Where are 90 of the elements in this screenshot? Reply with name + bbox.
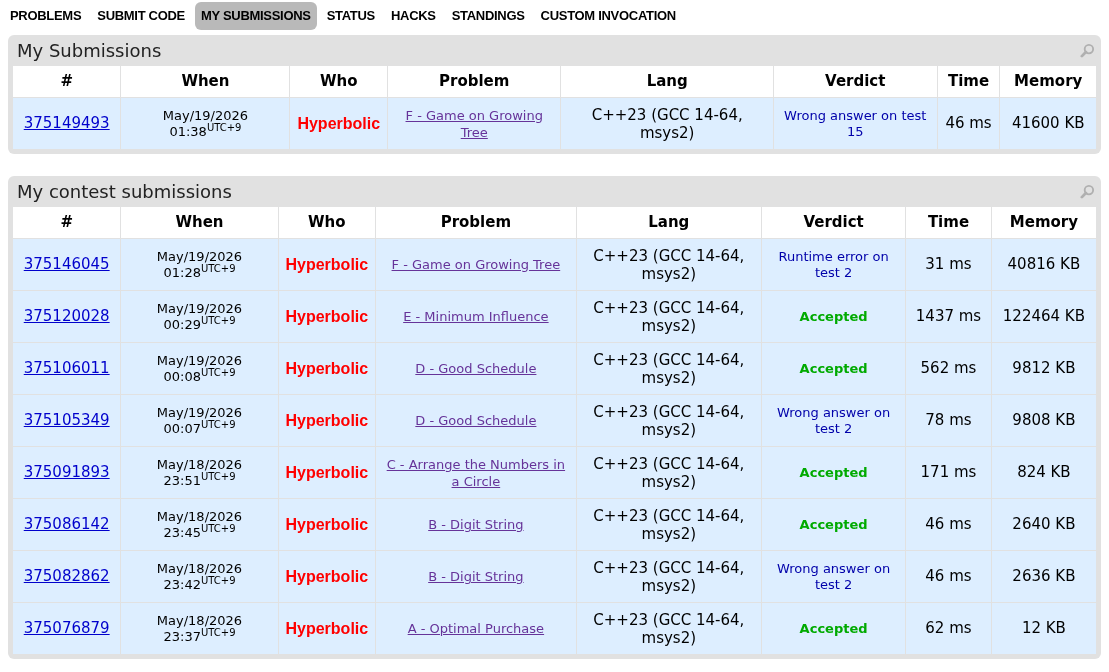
time-cell: 78 ms [905,394,992,447]
submission-link[interactable]: 375120028 [23,307,110,326]
search-icon[interactable] [1080,183,1095,199]
verdict-cell: Runtime error on test 2 [761,238,906,291]
nav-tab[interactable]: STANDINGS [445,2,531,30]
verdict-cell: Accepted [761,290,906,343]
time-cell: 562 ms [905,342,992,395]
verdict-cell: Accepted [761,446,906,499]
panel-title: My Submissions [17,38,162,63]
language-cell: C++23 (GCC 14-64, msys2) [576,394,762,447]
language-cell: C++23 (GCC 14-64, msys2) [576,446,762,499]
time-cell: 171 ms [905,446,992,499]
submission-link[interactable]: 375105349 [23,411,110,430]
column-header: Lang [560,65,774,98]
nav-tab[interactable]: HACKS [384,2,442,30]
time-cell: 46 ms [905,550,992,603]
problem-link[interactable]: C - Arrange the Numbers in a Circle [382,455,570,490]
verdict-cell: Wrong answer on test 2 [761,394,906,447]
column-header: Time [937,65,1000,98]
problem-link[interactable]: E - Minimum Influence [403,308,549,325]
column-header: Memory [991,206,1097,239]
memory-cell: 41600 KB [999,97,1097,150]
column-header: When [120,65,290,98]
nav-tab[interactable]: CUSTOM INVOCATION [534,2,682,30]
nav-tab[interactable]: MY SUBMISSIONS [195,2,317,30]
submission-time: May/18/2026 23:42$^{UTC+9}$ [120,550,279,603]
column-header: Verdict [773,65,938,98]
time-cell: 46 ms [937,97,1000,150]
problem-link[interactable]: F - Game on Growing Tree [391,256,561,273]
time-cell: 62 ms [905,602,992,655]
verdict-cell: Accepted [761,498,906,551]
problem-link[interactable]: F - Game on Growing Tree [394,106,555,141]
language-cell: C++23 (GCC 14-64, msys2) [576,290,762,343]
column-header: # [12,206,121,239]
memory-cell: 9808 KB [991,394,1097,447]
memory-cell: 122464 KB [991,290,1097,343]
submission-link[interactable]: 375149493 [23,114,110,133]
nav-tab[interactable]: STATUS [320,2,381,30]
memory-cell: 2640 KB [991,498,1097,551]
problem-link[interactable]: B - Digit String [428,568,524,585]
verdict-cell: Accepted [761,602,906,655]
problem-link[interactable]: B - Digit String [428,516,524,533]
memory-cell: 9812 KB [991,342,1097,395]
nav-tab[interactable]: PROBLEMS [4,2,88,30]
memory-cell: 2636 KB [991,550,1097,603]
submission-time: May/19/2026 00:29$^{UTC+9}$ [120,290,279,343]
verdict-cell: Wrong answer on test 2 [761,550,906,603]
submission-time: May/19/2026 00:07$^{UTC+9}$ [120,394,279,447]
submission-link[interactable]: 375146045 [23,255,110,274]
submission-time: May/18/2026 23:45$^{UTC+9}$ [120,498,279,551]
time-cell: 31 ms [905,238,992,291]
column-header: Verdict [761,206,906,239]
submission-time: May/19/2026 00:08$^{UTC+9}$ [120,342,279,395]
column-header: Problem [387,65,561,98]
submission-time: May/18/2026 23:51$^{UTC+9}$ [120,446,279,499]
submission-link[interactable]: 375086142 [23,515,110,534]
language-cell: C++23 (GCC 14-64, msys2) [576,498,762,551]
verdict-cell: Accepted [761,342,906,395]
verdict-cell: Wrong answer on test 15 [773,97,938,150]
column-header: Time [905,206,992,239]
submission-time: May/19/2026 01:28$^{UTC+9}$ [120,238,279,291]
search-icon[interactable] [1080,42,1095,58]
language-cell: C++23 (GCC 14-64, msys2) [576,342,762,395]
submission-link[interactable]: 375076879 [23,619,110,638]
submission-link[interactable]: 375106011 [23,359,110,378]
language-cell: C++23 (GCC 14-64, msys2) [576,238,762,291]
problem-link[interactable]: A - Optimal Purchase [407,620,545,637]
column-header: Problem [375,206,577,239]
language-cell: C++23 (GCC 14-64, msys2) [576,550,762,603]
language-cell: C++23 (GCC 14-64, msys2) [560,97,774,150]
column-header: Who [278,206,376,239]
submission-time: May/18/2026 23:37$^{UTC+9}$ [120,602,279,655]
column-header: Who [290,65,388,98]
column-header: When [120,206,279,239]
submission-link[interactable]: 375091893 [23,463,110,482]
submission-link[interactable]: 375082862 [23,567,110,586]
time-cell: 1437 ms [905,290,992,343]
memory-cell: 12 KB [991,602,1097,655]
memory-cell: 824 KB [991,446,1097,499]
column-header: Lang [576,206,762,239]
language-cell: C++23 (GCC 14-64, msys2) [576,602,762,655]
time-cell: 46 ms [905,498,992,551]
problem-link[interactable]: D - Good Schedule [415,412,537,429]
nav-tab[interactable]: SUBMIT CODE [91,2,191,30]
submission-time: May/19/2026 01:38$^{UTC+9}$ [120,97,290,150]
problem-link[interactable]: D - Good Schedule [415,360,537,377]
column-header: Memory [999,65,1097,98]
memory-cell: 40816 KB [991,238,1097,291]
column-header: # [12,65,121,98]
panel-title: My contest submissions [17,179,232,204]
